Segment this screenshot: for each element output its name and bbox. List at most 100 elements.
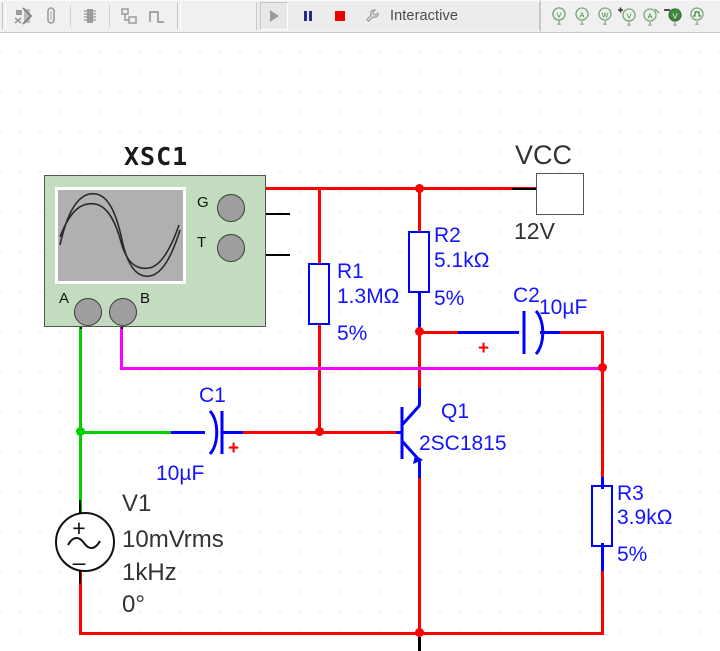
wire-r1-top	[318, 187, 321, 263]
wire-output-rail	[601, 331, 604, 483]
hierarchical-block-icon[interactable]	[116, 3, 142, 29]
wire-c2-right	[558, 331, 604, 334]
terminal-b[interactable]	[109, 298, 137, 326]
wire-r3-bottom	[601, 568, 604, 634]
resistor-r1[interactable]	[308, 263, 330, 325]
wire-vcc-pin	[512, 188, 538, 190]
toolbar-separator	[109, 5, 110, 27]
toolbar-left-group	[2, 0, 184, 32]
r3-value: 3.9kΩ	[617, 506, 673, 529]
wire-ground-rail	[79, 632, 604, 635]
c2-ref: C2	[513, 284, 540, 307]
svg-text:W: W	[601, 13, 608, 20]
wire-probe-b-horizontal	[120, 367, 603, 370]
power-probe-icon[interactable]: W	[593, 4, 616, 28]
wire-r1-bottom	[318, 325, 321, 433]
terminal-t[interactable]	[217, 234, 245, 262]
c2-polarity: +	[478, 338, 490, 359]
wire-emitter	[418, 461, 421, 634]
toolbar-grip-2[interactable]	[177, 3, 181, 29]
svg-text:V: V	[556, 11, 561, 20]
differential-current-probe-icon[interactable]: A	[639, 4, 662, 28]
reference-voltage-probe-icon[interactable]: V	[662, 4, 685, 28]
vcc-value: 12V	[514, 218, 555, 244]
v1-lead-top	[79, 500, 81, 514]
terminal-label-b: B	[140, 290, 151, 307]
wire-probe-a-to-c1	[79, 431, 171, 434]
toolbar-separator	[70, 5, 71, 27]
v1-amplitude: 10mVrms	[122, 526, 224, 553]
wire-r2-top	[418, 187, 421, 231]
run-button[interactable]	[260, 2, 288, 30]
instrument-label-xsc1: XSC1	[124, 142, 189, 171]
r2-tolerance: 5%	[434, 287, 465, 310]
stop-button[interactable]	[327, 3, 353, 29]
terminal-a[interactable]	[74, 298, 102, 326]
svg-text:A: A	[647, 12, 652, 21]
oscilloscope-screen	[55, 187, 186, 284]
wire-c1-right	[241, 431, 321, 434]
digital-probe-icon[interactable]	[685, 4, 708, 28]
r3-ref: R3	[617, 482, 644, 505]
v1-plus-sign: +	[72, 515, 86, 541]
c2-value: 10µF	[539, 296, 588, 319]
node-input	[76, 427, 85, 436]
c1-polarity: +	[228, 438, 240, 459]
terminal-label-g: G	[197, 194, 209, 211]
node-vcc	[415, 184, 424, 193]
terminal-label-t: T	[197, 234, 207, 251]
c1-ref: C1	[199, 384, 226, 407]
node-collector	[415, 327, 424, 336]
scope-pin-t-stub	[266, 254, 290, 256]
place-component-icon[interactable]	[10, 3, 36, 29]
c1-value: 10µF	[156, 462, 205, 485]
terminal-g[interactable]	[217, 194, 245, 222]
wrench-icon[interactable]	[359, 3, 385, 29]
v1-phase: 0°	[122, 591, 145, 618]
vcc-label: VCC	[515, 140, 573, 170]
oscilloscope-xsc1[interactable]: G T A B	[44, 175, 266, 327]
wire-c2-left	[418, 331, 458, 334]
place-digital-source-icon[interactable]	[144, 3, 170, 29]
svg-text:A: A	[579, 11, 584, 20]
v1-frequency: 1kHz	[122, 559, 177, 586]
node-ground	[415, 628, 424, 637]
place-probe-icon[interactable]	[38, 3, 64, 29]
probe-toolbar: V A W V A V	[540, 0, 708, 32]
voltage-probe-icon[interactable]: V	[547, 4, 570, 28]
r1-tolerance: 5%	[337, 322, 368, 345]
waveform-display	[59, 192, 181, 277]
r2-lead-bottom	[418, 291, 421, 327]
node-output	[598, 363, 607, 372]
toolbar-grip[interactable]	[2, 3, 6, 29]
svg-text:V: V	[672, 12, 677, 21]
resistor-r2[interactable]	[408, 231, 430, 293]
v1-ref: V1	[122, 490, 152, 517]
current-probe-icon[interactable]: A	[570, 4, 593, 28]
ground-stem	[418, 637, 421, 651]
terminal-label-a: A	[59, 290, 70, 307]
r1-value: 1.3MΩ	[337, 285, 400, 308]
wire-base	[318, 431, 396, 434]
r1-ref: R1	[337, 260, 364, 283]
r3-lead-top	[601, 477, 604, 489]
v1-lead-bottom	[79, 570, 81, 584]
q1-ref: Q1	[441, 400, 470, 423]
r2-ref: R2	[434, 224, 461, 247]
schematic-canvas[interactable]: XSC1 G T A B VCC 12V R1 1.3MΩ 5% R2 5.1k…	[0, 33, 720, 651]
pause-button[interactable]	[295, 3, 321, 29]
node-base	[315, 427, 324, 436]
place-ic-icon[interactable]	[77, 3, 103, 29]
q1-value: 2SC1815	[419, 432, 507, 455]
main-toolbar: Interactive V A W V A V	[0, 0, 720, 33]
wire-probe-b-vertical	[120, 327, 123, 367]
r2-value: 5.1kΩ	[434, 249, 490, 272]
r3-lead-bottom	[601, 543, 604, 571]
r3-tolerance: 5%	[617, 543, 648, 566]
wire-probe-a-vertical	[79, 327, 82, 433]
simulation-mode-label: Interactive	[390, 8, 458, 24]
differential-voltage-probe-icon[interactable]: V	[616, 4, 639, 28]
resistor-r3[interactable]	[591, 485, 613, 547]
vcc-source-symbol[interactable]	[536, 173, 584, 215]
scope-pin-g-stub	[266, 213, 290, 215]
